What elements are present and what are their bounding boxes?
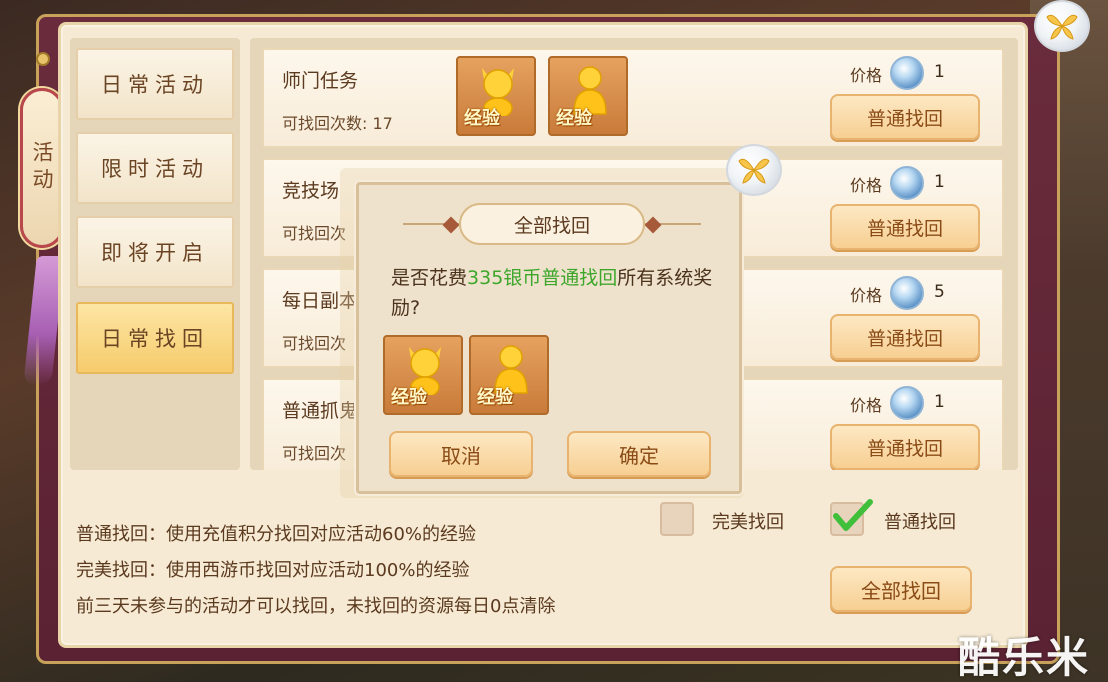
price-label: 价格 [850,176,883,195]
recover-count: 可找回次 [282,224,347,243]
activity-row: 师门任务 可找回次数: 17 经验 经验 价格 1 普通找回 [262,48,1004,148]
normal-recover-button[interactable]: 普通找回 [830,94,980,140]
activity-name: 竞技场 [282,180,340,202]
price-value: 1 [934,392,945,412]
recover-count: 可找回次 [282,444,347,463]
watermark-logo: 酷乐米 [958,633,1091,682]
normal-recover-label: 普通找回 [884,512,956,533]
price-value: 1 [934,62,945,82]
recover-count: 可找回次数: 17 [282,114,393,133]
normal-recover-button[interactable]: 普通找回 [830,314,980,360]
perfect-recover-label: 完美找回 [712,512,784,533]
butterfly-shape [1046,14,1078,40]
exp-reward-figure-icon[interactable]: 经验 [469,335,549,415]
exp-label: 经验 [556,108,592,129]
diamond-icon [442,216,460,234]
exp-reward-figure-icon[interactable]: 经验 [548,56,628,136]
exp-label: 经验 [464,108,500,129]
check-icon [833,499,873,531]
exp-reward-cat-icon[interactable]: 经验 [456,56,536,136]
normal-recover-button[interactable]: 普通找回 [830,204,980,250]
dialog-message: 是否花费335银币普通找回所有系统奖励? [391,263,721,323]
price-value: 5 [934,282,945,302]
butterfly-shape [738,158,770,184]
menu-item-label: 限时活动 [101,157,209,181]
category-menu: 日常活动 限时活动 即将开启 日常找回 [70,38,240,470]
recover-count: 可找回次 [282,334,347,353]
silver-coin-icon [890,386,924,420]
recover-all-button[interactable]: 全部找回 [830,566,972,612]
butterfly-icon [1034,0,1090,52]
side-tab-label: 活动 [30,141,54,195]
confirm-button[interactable]: 确定 [567,431,711,477]
menu-item-label: 日常找回 [101,327,209,351]
ornament-knot [36,52,50,66]
butterfly-icon [726,144,782,196]
desc-normal-recover: 普通找回：使用充值积分找回对应活动60%的经验 [76,524,477,545]
price-value: 1 [934,172,945,192]
silver-coin-icon [890,166,924,200]
price-label: 价格 [850,286,883,305]
message-prefix: 是否花费 [391,267,468,289]
menu-item-daily-recover[interactable]: 日常找回 [76,302,234,374]
exp-label: 经验 [391,387,427,408]
menu-item-daily[interactable]: 日常活动 [76,48,234,120]
silver-coin-icon [890,276,924,310]
silver-coin-icon [890,56,924,90]
perfect-recover-checkbox[interactable] [660,502,694,536]
diamond-icon [644,216,662,234]
price-label: 价格 [850,66,883,85]
message-cost-highlight: 335银币普通找回 [467,267,618,289]
exp-label: 经验 [477,387,513,408]
menu-item-label: 日常活动 [101,73,209,97]
desc-recover-rule: 前三天未参与的活动才可以找回，未找回的资源每日0点清除 [76,596,556,617]
desc-perfect-recover: 完美找回：使用西游币找回对应活动100%的经验 [76,560,470,581]
menu-item-upcoming[interactable]: 即将开启 [76,216,234,288]
activity-name: 师门任务 [282,70,359,92]
normal-recover-button[interactable]: 普通找回 [830,424,980,470]
cancel-button[interactable]: 取消 [389,431,533,477]
exp-reward-cat-icon[interactable]: 经验 [383,335,463,415]
recover-all-dialog: 全部找回 是否花费335银币普通找回所有系统奖励? 经验 经验 取消 确定 [356,182,742,494]
dialog-title: 全部找回 [459,203,645,245]
price-label: 价格 [850,396,883,415]
menu-item-limited[interactable]: 限时活动 [76,132,234,204]
normal-recover-checkbox[interactable] [830,499,873,536]
dialog-title-bar: 全部找回 [403,203,701,245]
menu-item-label: 即将开启 [101,241,209,265]
